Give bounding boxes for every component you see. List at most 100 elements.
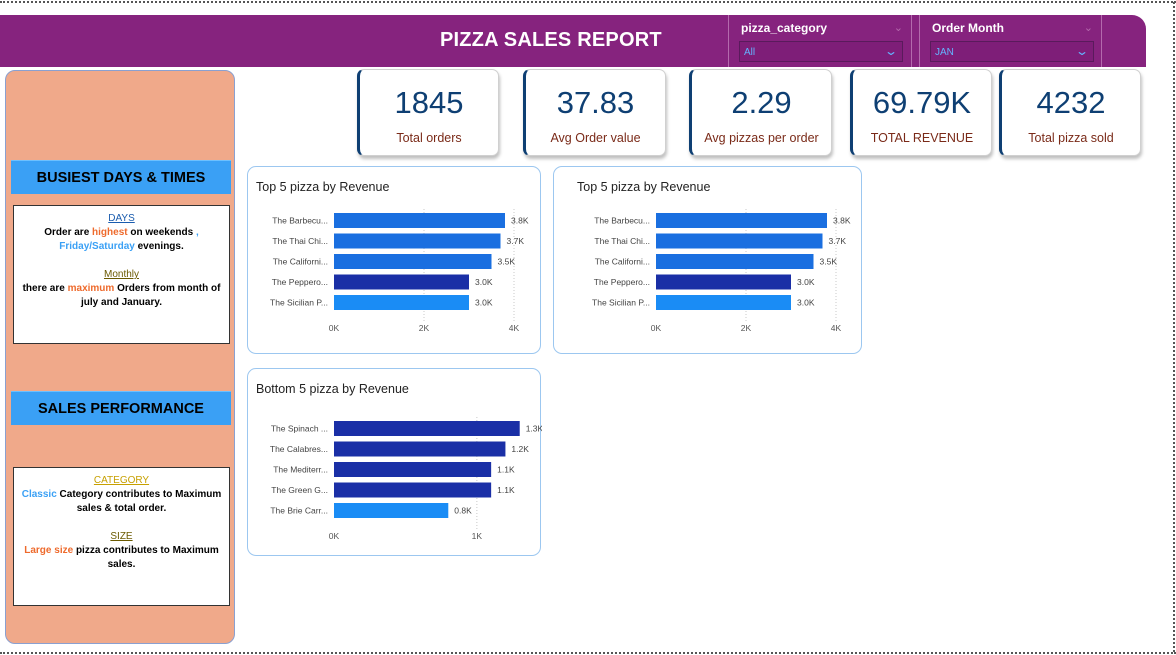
category-label: The Barbecu... [594,216,650,226]
bar [334,213,505,228]
bar [334,462,492,477]
kpi-value: 2.29 [731,85,792,120]
x-tick-label: 0K [329,323,340,333]
x-tick-label: 4K [831,323,842,333]
insights-sidebar: BUSIEST DAYS & TIMES DAYS Order are high… [5,70,235,644]
data-label: 3.7K [507,236,525,246]
data-label: 1.2K [511,444,529,454]
category-label: The Californi... [273,257,328,267]
x-tick-label: 0K [329,531,340,541]
monthly-text: there are maximum Orders from month of j… [22,283,221,308]
category-label: The Spinach ... [271,424,328,434]
slicer-label: Order Month [932,21,1004,35]
order-month-dropdown[interactable]: JAN ⌄ [930,41,1094,62]
chart-svg: 0K 2K 4K The Barbecu... 3.8K The Thai Chi... 3… [270,209,529,333]
chevron-down-icon[interactable]: ⌄ [894,21,903,34]
category-label: The Sicilian P... [592,298,650,308]
dashboard-page: PIZZA SALES REPORT pizza_category ⌄ All … [0,0,1176,655]
kpi-value: 37.83 [556,85,635,120]
slicer-value: All [744,47,756,58]
kpi-card-avg-order-value[interactable]: 37.83 Avg Order value [523,69,666,156]
data-label: 1.1K [497,465,515,475]
kpi-label: Total orders [396,131,462,145]
right-border [1173,2,1175,652]
data-label: 0.8K [454,506,472,516]
size-text: Large size pizza contributes to Maximum … [24,545,219,570]
kpi-value: 69.79K [872,85,972,120]
kpi-card-total-orders[interactable]: 1845 Total orders [357,69,499,156]
data-label: 1.1K [497,485,515,495]
sales-performance-heading: SALES PERFORMANCE [11,391,231,425]
bottom5-revenue-chart[interactable]: Bottom 5 pizza by Revenue 0K 1K The Spinac… [247,368,542,556]
category-label: The Calabres... [270,444,328,454]
category-label: The Brie Carr... [270,506,328,516]
category-text: Classic Category contributes to Maximum … [21,489,222,514]
bar [656,295,791,310]
pizza-category-dropdown[interactable]: All ⌄ [739,41,903,62]
kpi-label: Total pizza sold [1028,131,1114,145]
sales-performance-note: CATEGORY Classic Category contributes to… [13,467,230,606]
category-label: The Peppero... [594,277,650,287]
page-title: PIZZA SALES REPORT [440,29,662,51]
category-label: The Mediterr... [273,465,328,475]
slicer-label: pizza_category [741,21,828,35]
bar [334,421,520,436]
category-label: The Barbecu... [272,216,328,226]
data-label: 3.0K [475,298,493,308]
top5-revenue-chart-2[interactable]: Top 5 pizza by Revenue 0K 2K 4K The Barbecu… [553,166,862,354]
report-header: PIZZA SALES REPORT pizza_category ⌄ All … [0,15,1146,67]
bar [656,213,827,228]
bar [334,441,506,457]
kpi-card-avg-pizzas[interactable]: 2.29 Avg pizzas per order [689,69,832,156]
chart-svg: 0K 2K 4K The Barbecu... 3.8K The Thai Chi... 3… [592,209,851,333]
category-label: The Peppero... [272,277,328,287]
busiest-days-note: DAYS Order are highest on weekends , Frid… [13,205,230,344]
bar [334,233,501,249]
x-tick-label: 1K [472,531,483,541]
data-label: 3.7K [829,236,847,246]
category-label: The Sicilian P... [270,298,328,308]
data-label: 3.0K [797,298,815,308]
category-heading: CATEGORY [93,475,150,486]
chevron-down-icon[interactable]: ⌄ [884,44,898,58]
bar [656,233,823,249]
data-label: 3.5K [498,257,516,267]
kpi-value: 4232 [1036,85,1106,120]
bar [334,295,469,310]
chevron-down-icon[interactable]: ⌄ [1084,21,1093,34]
bar [334,503,449,518]
x-tick-label: 2K [741,323,752,333]
data-label: 1.3K [526,424,542,434]
bar [334,482,492,498]
category-label: The Green G... [271,485,328,495]
data-label: 3.0K [797,277,815,287]
bottom-border [0,652,1176,654]
x-tick-label: 4K [509,323,520,333]
pizza-category-slicer[interactable]: pizza_category ⌄ All ⌄ [728,15,912,67]
chart-svg: 0K 1K The Spinach ... 1.3K The Calabres... 1.… [270,417,542,541]
top5-revenue-chart[interactable]: Top 5 pizza by Revenue 0K 2K 4K The Barbecu… [247,166,541,354]
kpi-value: 1845 [394,85,464,120]
data-label: 3.5K [820,257,838,267]
kpi-label: TOTAL REVENUE [870,131,974,145]
bar [656,274,791,290]
category-label: The Californi... [595,257,650,267]
kpi-label: Avg pizzas per order [704,131,819,145]
days-heading: DAYS [108,213,135,224]
data-label: 3.8K [511,216,529,226]
slicer-value: JAN [935,47,954,58]
top-border [0,1,1176,3]
category-label: The Thai Chi... [594,236,650,246]
x-tick-label: 0K [651,323,662,333]
busiest-days-heading: BUSIEST DAYS & TIMES [11,160,231,194]
chevron-down-icon[interactable]: ⌄ [1075,44,1089,58]
kpi-card-total-revenue[interactable]: 69.79K TOTAL REVENUE [850,69,992,156]
order-month-slicer[interactable]: Order Month ⌄ JAN ⌄ [919,15,1102,67]
data-label: 3.0K [475,277,493,287]
data-label: 3.8K [833,216,851,226]
kpi-card-total-pizza-sold[interactable]: 4232 Total pizza sold [999,69,1141,156]
kpi-label: Avg Order value [550,131,641,145]
bar [656,254,814,269]
bar [334,254,492,269]
bar [334,274,469,290]
